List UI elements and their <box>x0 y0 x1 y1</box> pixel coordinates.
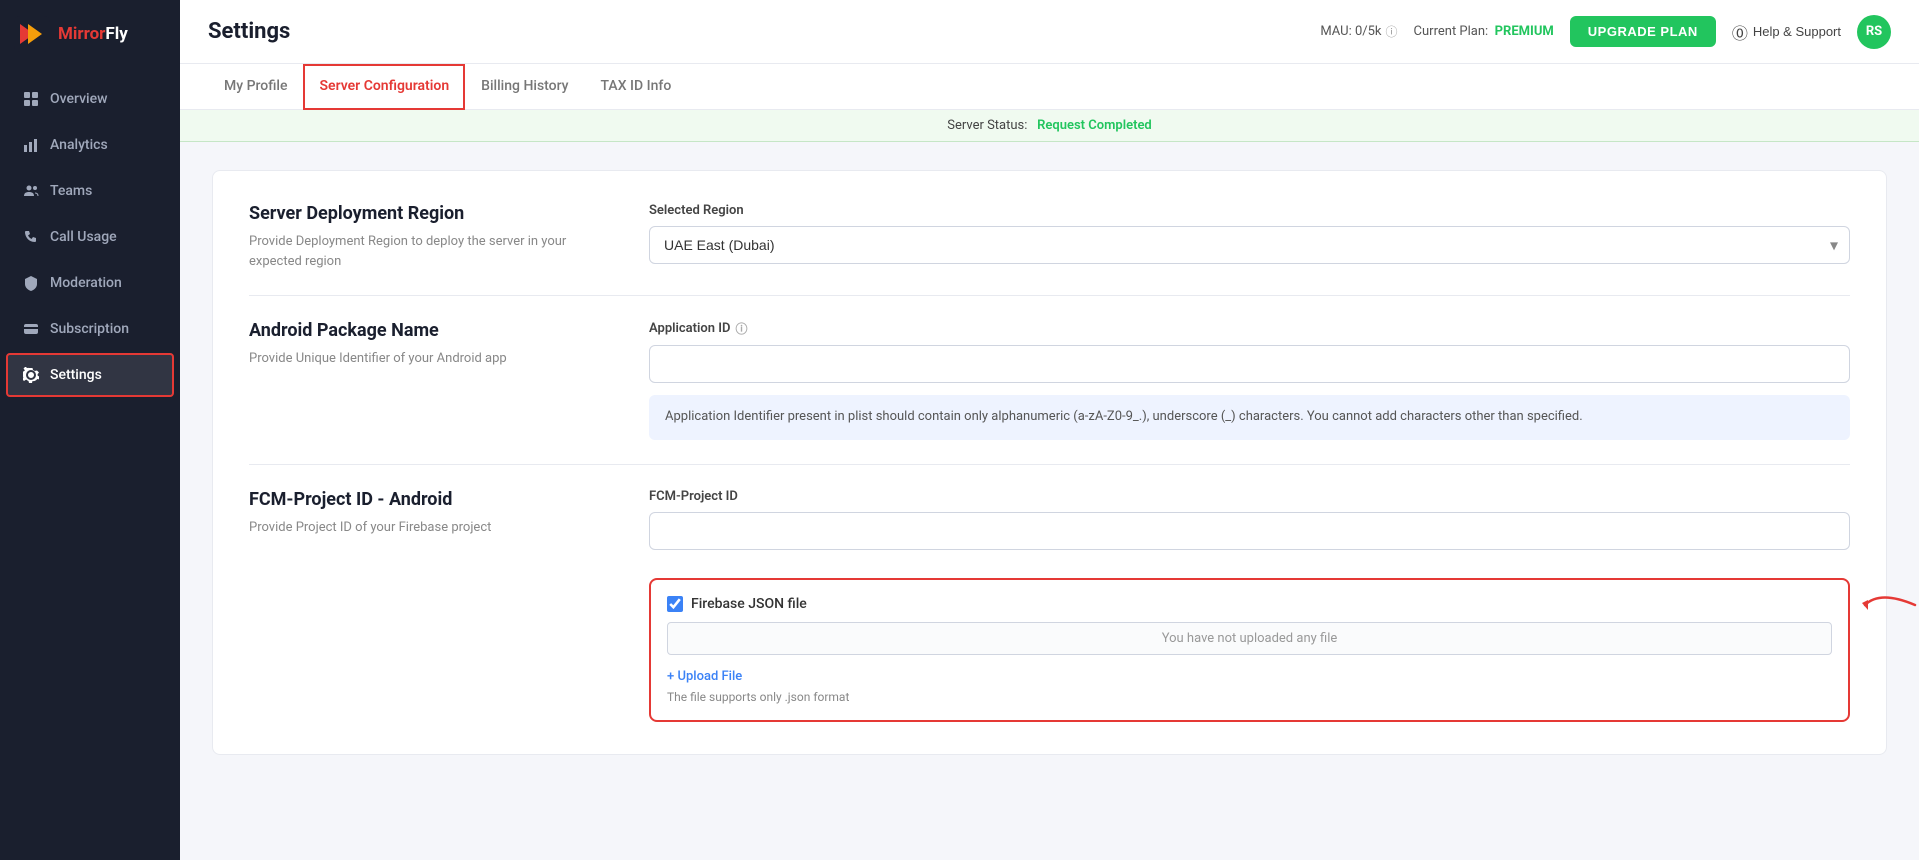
upload-file-link[interactable]: + Upload File <box>667 669 742 684</box>
region-select[interactable]: UAE East (Dubai) <box>649 226 1850 264</box>
annotation-arrow: Browse and upload your JSON file here <box>1860 584 1919 626</box>
tab-server-configuration[interactable]: Server Configuration <box>303 64 465 110</box>
fcm-title: FCM-Project ID - Android <box>249 489 589 510</box>
logo-icon <box>14 16 50 52</box>
sidebar-item-subscription[interactable]: Subscription <box>6 307 174 351</box>
mau-value: MAU: 0/5k <box>1320 24 1381 39</box>
main-content: Server Deployment Region Provide Deploym… <box>180 142 1919 860</box>
firebase-json-checkbox[interactable] <box>667 596 683 612</box>
deployment-desc: Provide Deployment Region to deploy the … <box>249 232 589 271</box>
shield-icon <box>22 274 40 292</box>
firebase-json-label: Firebase JSON file <box>691 596 807 612</box>
fcm-section: FCM-Project ID - Android Provide Project… <box>249 489 1850 722</box>
plan-value: PREMIUM <box>1495 24 1554 39</box>
sidebar-item-overview-label: Overview <box>50 91 107 107</box>
sidebar-item-analytics-label: Analytics <box>50 137 108 153</box>
logo: MirrorFly <box>0 0 180 68</box>
tab-tax-id-info[interactable]: TAX ID Info <box>585 64 688 110</box>
deployment-section-left: Server Deployment Region Provide Deploym… <box>249 203 589 271</box>
sidebar-item-overview[interactable]: Overview <box>6 77 174 121</box>
fcm-section-right: FCM-Project ID Firebase JSON file You ha… <box>649 489 1850 722</box>
main-area: Settings MAU: 0/5k ⓘ Current Plan: PREMI… <box>180 0 1919 860</box>
avatar: RS <box>1857 15 1891 49</box>
fcm-upload-box: Firebase JSON file You have not uploaded… <box>649 578 1850 722</box>
tab-billing-history[interactable]: Billing History <box>465 64 584 110</box>
settings-card: Server Deployment Region Provide Deploym… <box>212 170 1887 755</box>
tab-my-profile[interactable]: My Profile <box>208 64 303 110</box>
fcm-section-left: FCM-Project ID - Android Provide Project… <box>249 489 589 538</box>
upload-status: You have not uploaded any file <box>667 622 1832 655</box>
status-label: Server Status: <box>947 118 1027 133</box>
android-section-left: Android Package Name Provide Unique Iden… <box>249 320 589 369</box>
divider-1 <box>249 295 1850 296</box>
mau-info-icon[interactable]: ⓘ <box>1386 23 1398 40</box>
status-value: Request Completed <box>1037 118 1152 133</box>
current-plan: Current Plan: PREMIUM <box>1414 24 1554 39</box>
header-right: MAU: 0/5k ⓘ Current Plan: PREMIUM UPGRAD… <box>1320 15 1891 49</box>
app-id-info-box: Application Identifier present in plist … <box>649 395 1850 440</box>
sidebar-item-subscription-label: Subscription <box>50 321 129 337</box>
sidebar-item-settings-label: Settings <box>50 367 102 383</box>
grid-icon <box>22 90 40 108</box>
sidebar-item-call-usage[interactable]: Call Usage <box>6 215 174 259</box>
fcm-project-id-label: FCM-Project ID <box>649 489 1850 504</box>
app-id-info-icon[interactable]: ⓘ <box>735 320 747 337</box>
deployment-title: Server Deployment Region <box>249 203 589 224</box>
sidebar: MirrorFly Overview Analytics Teams <box>0 0 180 860</box>
sidebar-item-moderation-label: Moderation <box>50 275 122 291</box>
android-package-section: Android Package Name Provide Unique Iden… <box>249 320 1850 440</box>
firebase-json-checkbox-row: Firebase JSON file <box>667 596 1832 612</box>
fcm-desc: Provide Project ID of your Firebase proj… <box>249 518 589 538</box>
credit-card-icon <box>22 320 40 338</box>
deployment-section: Server Deployment Region Provide Deploym… <box>249 203 1850 271</box>
region-select-wrapper: UAE East (Dubai) <box>649 226 1850 264</box>
help-circle-icon: ⓪ <box>1732 20 1748 44</box>
page-title: Settings <box>208 19 290 44</box>
mau-info: MAU: 0/5k ⓘ <box>1320 23 1397 40</box>
users-icon <box>22 182 40 200</box>
arrow-icon <box>1860 585 1919 625</box>
app-id-label: Application ID ⓘ <box>649 320 1850 337</box>
sidebar-nav: Overview Analytics Teams Call Usage Mode <box>0 68 180 860</box>
android-section-right: Application ID ⓘ Application Identifier … <box>649 320 1850 440</box>
deployment-section-right: Selected Region UAE East (Dubai) <box>649 203 1850 264</box>
status-banner: Server Status: Request Completed <box>180 110 1919 142</box>
region-field-label: Selected Region <box>649 203 1850 218</box>
tabs-bar: My Profile Server Configuration Billing … <box>180 64 1919 110</box>
sidebar-item-call-usage-label: Call Usage <box>50 229 117 245</box>
sidebar-item-teams[interactable]: Teams <box>6 169 174 213</box>
android-title: Android Package Name <box>249 320 589 341</box>
android-desc: Provide Unique Identifier of your Androi… <box>249 349 589 369</box>
help-support-button[interactable]: ⓪ Help & Support <box>1732 20 1841 44</box>
divider-2 <box>249 464 1850 465</box>
fcm-project-id-input[interactable] <box>649 512 1850 550</box>
logo-text: MirrorFly <box>58 24 128 44</box>
sidebar-item-settings[interactable]: Settings <box>6 353 174 397</box>
upload-format-text: The file supports only .json format <box>667 690 1832 704</box>
phone-icon <box>22 228 40 246</box>
sidebar-item-teams-label: Teams <box>50 183 92 199</box>
sidebar-item-analytics[interactable]: Analytics <box>6 123 174 167</box>
app-id-input[interactable] <box>649 345 1850 383</box>
header: Settings MAU: 0/5k ⓘ Current Plan: PREMI… <box>180 0 1919 64</box>
gear-icon <box>22 366 40 384</box>
upgrade-plan-button[interactable]: UPGRADE PLAN <box>1570 16 1716 47</box>
bar-chart-icon <box>22 136 40 154</box>
sidebar-item-moderation[interactable]: Moderation <box>6 261 174 305</box>
